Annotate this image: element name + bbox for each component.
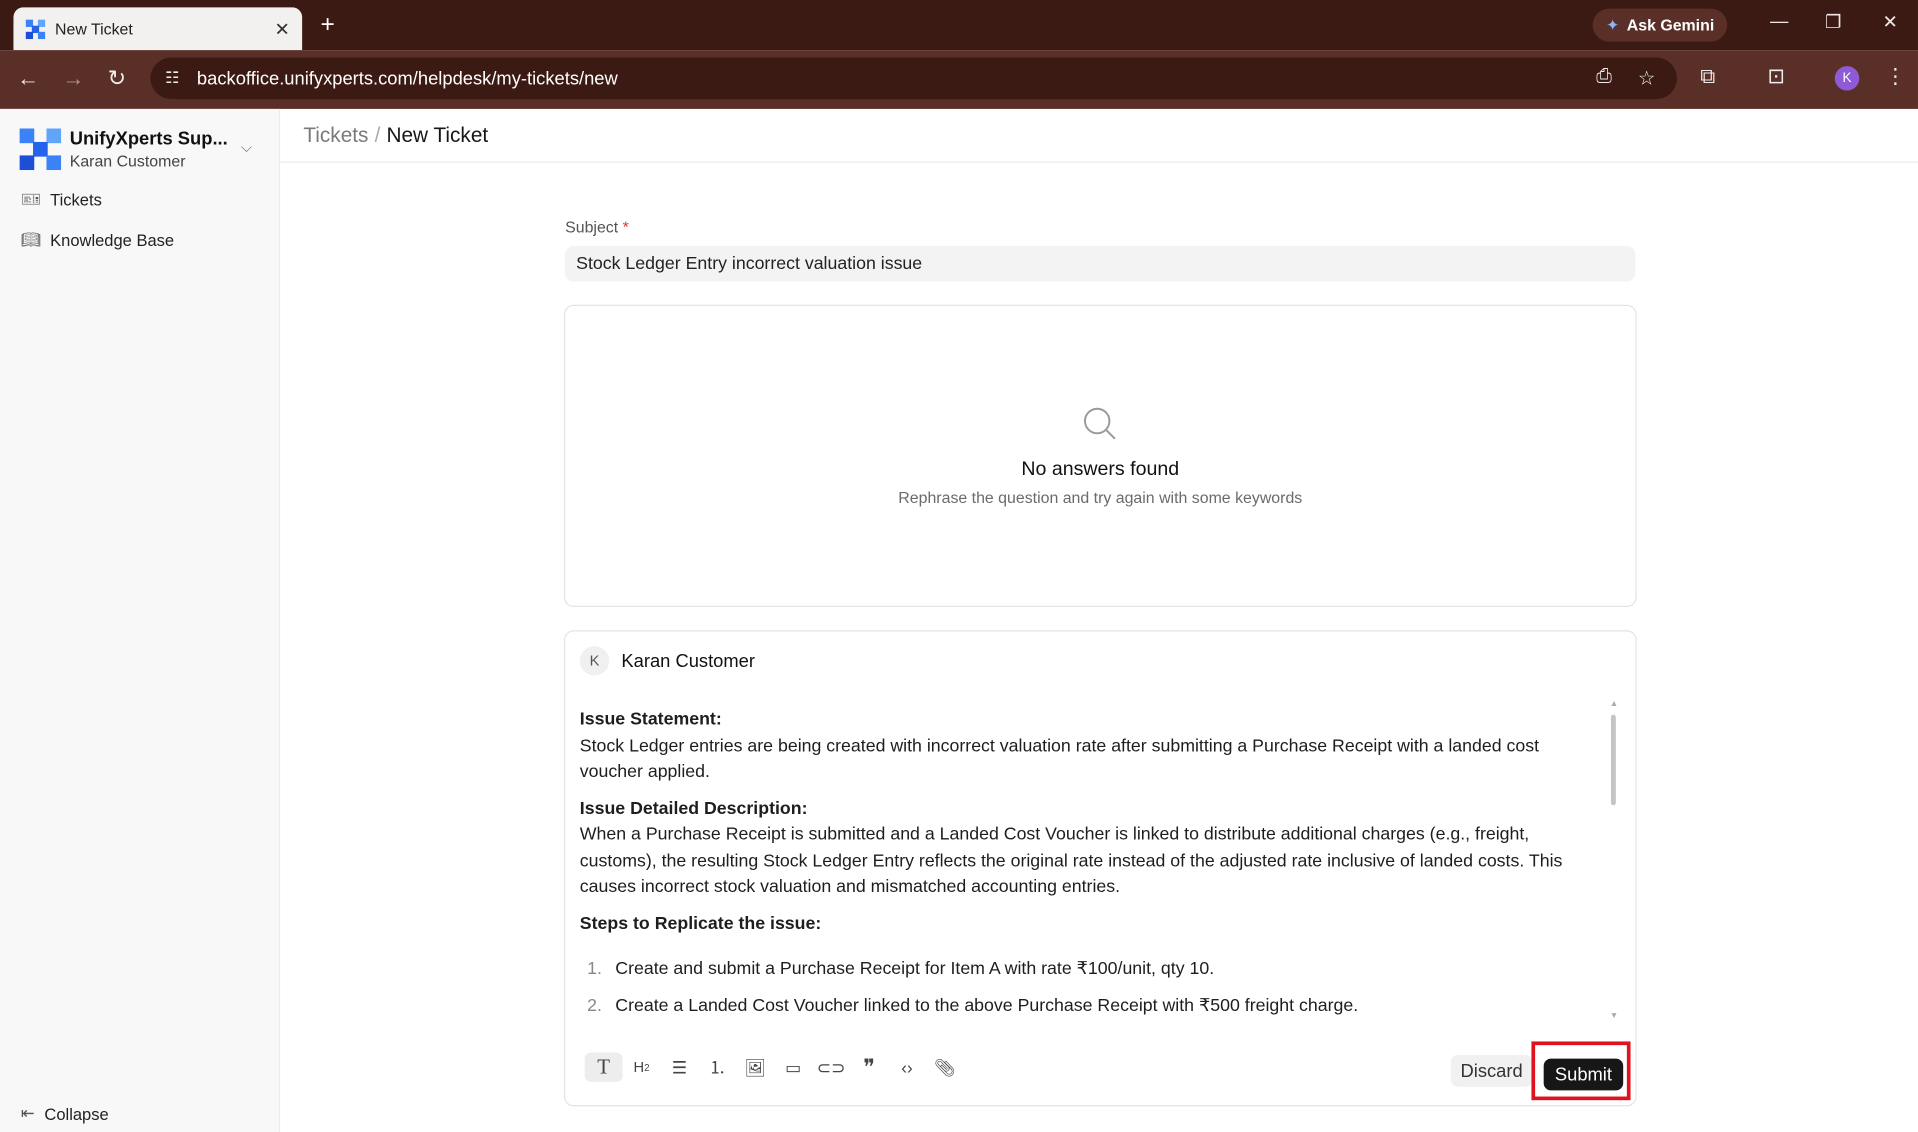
video-icon[interactable]: ▭ — [774, 1052, 812, 1081]
step-text: Create a Landed Cost Voucher linked to t… — [615, 995, 1359, 1016]
avatar: K — [579, 646, 610, 676]
back-arrow-icon[interactable]: ← — [17, 66, 39, 90]
collapse-label: Collapse — [44, 1104, 109, 1123]
page-title: New Ticket — [386, 122, 489, 147]
formatting-toolbar: T H2 ☰ ⒈ 🖼︎ ▭ ⊂⊃ ❞ ‹› 📎︎ — [584, 1052, 964, 1082]
link-icon[interactable]: ⊂⊃ — [812, 1052, 850, 1081]
submit-button[interactable]: Submit — [1543, 1058, 1624, 1091]
steps-heading: Steps to Replicate the issue: — [579, 913, 822, 934]
brand-name: UnifyXperts Sup... — [69, 128, 228, 150]
numbered-list-icon[interactable]: ⒈ — [698, 1052, 736, 1081]
sidebar: UnifyXperts Sup... Karan Customer ⌵ 🎫︎ T… — [0, 108, 281, 1132]
author: K Karan Customer — [579, 646, 755, 676]
required-asterisk: * — [622, 217, 629, 237]
sidebar-item-tickets[interactable]: 🎫︎ Tickets — [21, 190, 102, 210]
url-text: backoffice.unifyxperts.com/helpdesk/my-t… — [196, 67, 618, 89]
scrollbar-thumb[interactable] — [1610, 714, 1616, 806]
window-close-icon[interactable]: ✕ — [1883, 11, 1898, 33]
chevron-down-icon[interactable]: ⌵ — [241, 138, 252, 156]
scroll-down-icon[interactable]: ▼ — [1610, 1012, 1618, 1021]
browser-tab-bar: New Ticket ✕ + ✦ Ask Gemini — ❐ ✕ — [0, 0, 1918, 51]
step-number: 2. — [587, 995, 602, 1016]
step-number: 1. — [587, 959, 602, 980]
minimize-icon[interactable]: — — [1770, 11, 1788, 32]
book-icon: 📖︎ — [20, 230, 41, 249]
code-icon[interactable]: ‹› — [888, 1052, 926, 1081]
tab-search-icon[interactable]: ⊡ — [1768, 65, 1785, 89]
sidebar-item-label: Knowledge Base — [50, 230, 175, 250]
description-text: When a Purchase Receipt is submitted and… — [579, 824, 1563, 898]
list-item: 2. Create a Landed Cost Voucher linked t… — [580, 993, 1598, 1019]
attachment-icon[interactable]: 📎︎ — [926, 1052, 964, 1081]
extensions-icon[interactable]: ⧉ — [1700, 65, 1715, 89]
no-answers-title: No answers found — [1021, 458, 1180, 480]
breadcrumb-tickets[interactable]: Tickets — [303, 123, 368, 147]
ask-gemini-button[interactable]: ✦ Ask Gemini — [1592, 8, 1728, 42]
step-text: Create and submit a Purchase Receipt for… — [615, 959, 1215, 980]
browser-toolbar: ← → ↻ ☷ backoffice.unifyxperts.com/helpd… — [0, 50, 1918, 109]
collapse-icon: ⇤ — [20, 1103, 35, 1123]
text-style-icon[interactable]: T — [584, 1052, 623, 1082]
heading-icon[interactable]: H2 — [623, 1052, 661, 1081]
bullet-list-icon[interactable]: ☰ — [661, 1052, 699, 1081]
browser-menu-icon[interactable]: ⋮ — [1885, 65, 1906, 89]
scroll-up-icon[interactable]: ▲ — [1610, 700, 1618, 709]
unifyxperts-logo-icon — [19, 128, 62, 171]
breadcrumb-separator: / — [374, 122, 381, 147]
restore-icon[interactable]: ❐ — [1825, 11, 1841, 33]
brand-user: Karan Customer — [69, 151, 186, 171]
subject-input[interactable]: Stock Ledger Entry incorrect valuation i… — [565, 245, 1636, 282]
image-icon[interactable]: 🖼︎ — [736, 1052, 774, 1081]
ticket-icon: 🎫︎ — [20, 189, 41, 209]
ask-gemini-label: Ask Gemini — [1626, 15, 1715, 35]
gemini-sparkle-icon: ✦ — [1606, 15, 1620, 34]
forward-arrow-icon[interactable]: → — [62, 66, 84, 90]
issue-statement-heading: Issue Statement: — [579, 709, 722, 730]
list-item: 1. Create and submit a Purchase Receipt … — [580, 957, 1598, 983]
browser-tab[interactable]: New Ticket ✕ — [13, 7, 303, 51]
search-icon — [1083, 407, 1116, 440]
unifyxperts-favicon-icon — [25, 18, 46, 39]
tab-close-icon[interactable]: ✕ — [275, 18, 290, 40]
collapse-button[interactable]: ⇤ Collapse — [21, 1104, 109, 1124]
address-bar[interactable]: ☷ backoffice.unifyxperts.com/helpdesk/my… — [150, 57, 1678, 100]
site-info-icon[interactable]: ☷ — [165, 69, 187, 89]
subject-label-text: Subject — [565, 217, 619, 237]
issue-statement-text: Stock Ledger entries are being created w… — [579, 736, 1540, 783]
sidebar-item-label: Tickets — [50, 190, 102, 209]
quote-icon[interactable]: ❞ — [850, 1052, 888, 1081]
brand-switcher[interactable]: UnifyXperts Sup... Karan Customer — [19, 128, 228, 171]
no-answers-hint: Rephrase the question and try again with… — [898, 488, 1303, 507]
sidebar-item-knowledge-base[interactable]: 📖︎ Knowledge Base — [21, 230, 174, 250]
new-tab-button[interactable]: + — [320, 11, 334, 38]
ticket-editor: K Karan Customer Issue Statement: Stock … — [563, 630, 1637, 1107]
description-heading: Issue Detailed Description: — [579, 798, 808, 819]
suggested-answers-panel: No answers found Rephrase the question a… — [563, 304, 1637, 608]
editor-scrollbar[interactable]: ▲ ▼ — [1610, 700, 1619, 1021]
steps-list: 1. Create and submit a Purchase Receipt … — [580, 957, 1598, 1019]
author-name: Karan Customer — [621, 650, 755, 672]
tab-title: New Ticket — [55, 19, 133, 38]
reload-icon[interactable]: ↻ — [108, 66, 126, 90]
editor-content[interactable]: Issue Statement: Stock Ledger entries ar… — [580, 707, 1598, 1029]
submit-highlight: Submit — [1531, 1041, 1631, 1101]
install-app-icon[interactable]: ⎙ — [1596, 66, 1612, 88]
subject-label: Subject * — [565, 218, 629, 236]
bookmark-star-icon[interactable]: ☆ — [1638, 66, 1656, 90]
breadcrumb: Tickets / New Ticket — [280, 109, 1918, 163]
discard-button[interactable]: Discard — [1450, 1054, 1533, 1087]
profile-avatar[interactable]: K — [1834, 66, 1860, 91]
